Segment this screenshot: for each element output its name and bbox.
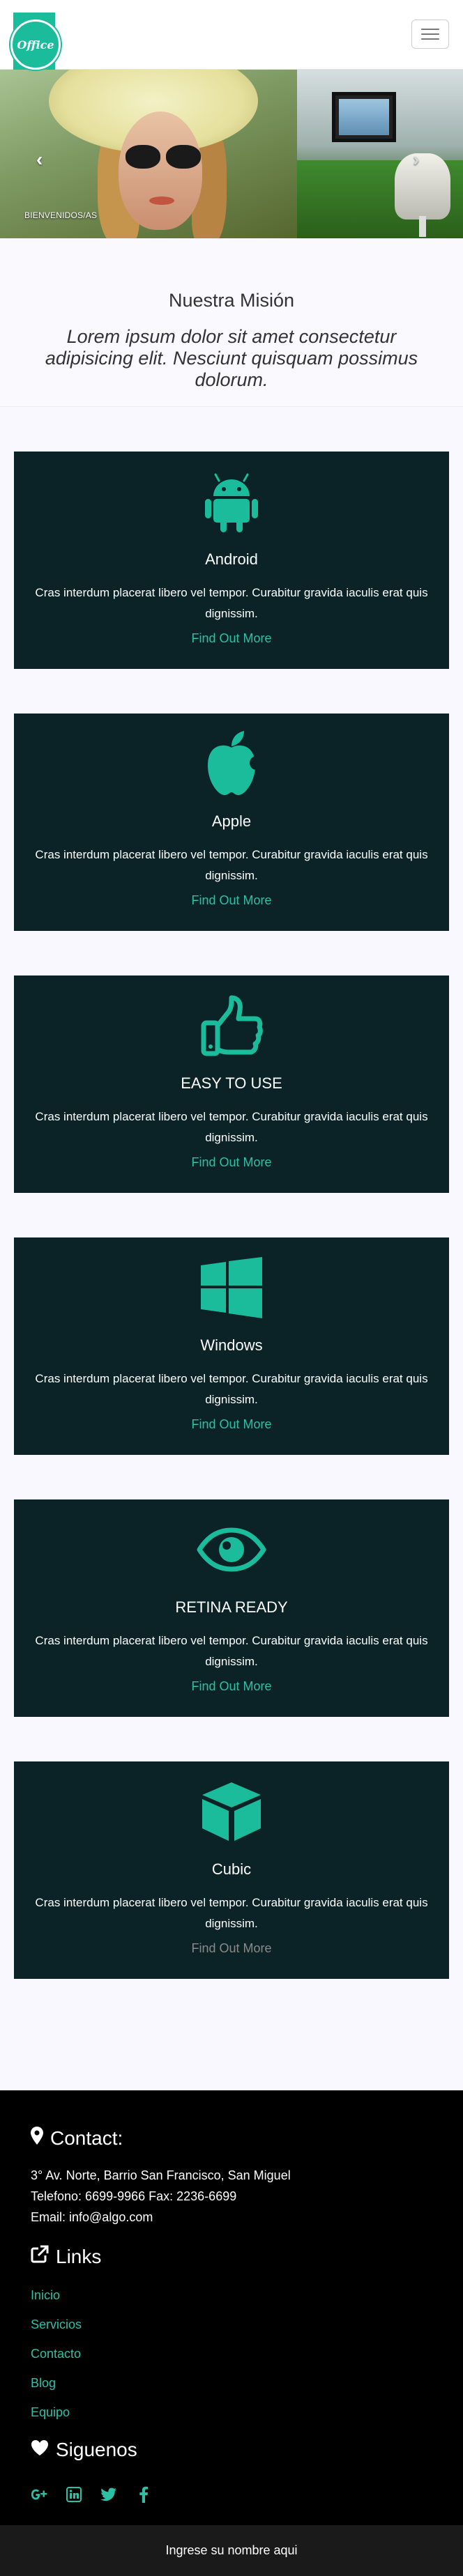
find-out-more-link[interactable]: Find Out More xyxy=(14,1417,449,1432)
thumbs-up-icon xyxy=(197,991,266,1061)
social-links xyxy=(31,2486,152,2503)
linkedin-icon[interactable] xyxy=(66,2486,82,2503)
lips-shape xyxy=(149,196,174,205)
face-shape xyxy=(119,111,202,230)
navbar: Office xyxy=(0,0,463,75)
card-title: Cubic xyxy=(211,1860,252,1878)
feature-card-cubic: Cubic Cras interdum placerat libero vel … xyxy=(14,1761,449,1979)
contact-email: Email: info@algo.com xyxy=(31,2210,153,2224)
feature-card-retina-ready: RETINA READY Cras interdum placerat libe… xyxy=(14,1499,449,1717)
chair-base xyxy=(419,216,426,237)
brand-logo[interactable]: Office xyxy=(10,20,61,70)
card-title: Windows xyxy=(200,1336,263,1354)
footer-link-inicio[interactable]: Inicio xyxy=(31,2288,60,2303)
name-input[interactable] xyxy=(0,2525,463,2576)
carousel-next-icon[interactable]: › xyxy=(413,150,419,169)
apple-icon xyxy=(197,729,266,799)
contact-phone: Telefono: 6699-9966 Fax: 2236-6699 xyxy=(31,2189,237,2203)
google-plus-icon[interactable] xyxy=(31,2486,47,2503)
hero-carousel: ‹ › BIENVENIDOS/AS xyxy=(0,70,463,238)
footer-link-servicios[interactable]: Servicios xyxy=(31,2317,82,2332)
links-heading: Links xyxy=(31,2245,101,2268)
monitor-shape xyxy=(332,92,396,142)
carousel-caption: BIENVENIDOS/AS xyxy=(24,210,98,220)
facebook-icon[interactable] xyxy=(135,2486,152,2503)
monitor-screen xyxy=(339,99,389,135)
card-title: RETINA READY xyxy=(175,1598,288,1616)
find-out-more-link[interactable]: Find Out More xyxy=(14,893,449,908)
sunglasses-shape xyxy=(166,145,201,169)
carousel-prev-icon[interactable]: ‹ xyxy=(36,150,43,169)
card-title: Apple xyxy=(211,812,252,830)
external-link-icon xyxy=(31,2245,49,2268)
mission-title: Nuestra Misión xyxy=(168,290,295,311)
hamburger-icon-bar xyxy=(421,33,439,35)
follow-heading-label: Siguenos xyxy=(56,2439,137,2460)
card-title: EASY TO USE xyxy=(181,1074,282,1092)
chair-shape xyxy=(395,153,450,219)
footer-link-contacto[interactable]: Contacto xyxy=(31,2347,81,2361)
menu-toggle-button[interactable] xyxy=(411,20,449,49)
name-input-bar xyxy=(0,2525,463,2576)
map-marker-icon xyxy=(31,2127,43,2150)
footer-link-blog[interactable]: Blog xyxy=(31,2376,56,2391)
card-text: Cras interdum placerat libero vel tempor… xyxy=(35,1372,428,1406)
card-text: Cras interdum placerat libero vel tempor… xyxy=(35,1896,428,1930)
android-icon xyxy=(197,467,266,537)
twitter-icon[interactable] xyxy=(100,2486,117,2503)
card-title: Android xyxy=(205,550,258,568)
contact-heading-label: Contact: xyxy=(50,2127,123,2149)
find-out-more-link[interactable]: Find Out More xyxy=(14,631,449,646)
mission-text: Lorem ipsum dolor sit amet consectetur a… xyxy=(45,326,418,390)
sunglasses-shape xyxy=(126,145,160,169)
find-out-more-link[interactable]: Find Out More xyxy=(14,1155,449,1170)
eye-icon xyxy=(197,1515,266,1584)
feature-card-windows: Windows Cras interdum placerat libero ve… xyxy=(14,1237,449,1455)
find-out-more-link[interactable]: Find Out More xyxy=(14,1679,449,1694)
find-out-more-link[interactable]: Find Out More xyxy=(14,1941,449,1956)
feature-card-android: Android Cras interdum placerat libero ve… xyxy=(14,452,449,669)
feature-card-easy-to-use: EASY TO USE Cras interdum placerat liber… xyxy=(14,975,449,1193)
card-text: Cras interdum placerat libero vel tempor… xyxy=(35,1110,428,1144)
footer: Contact: 3° Av. Norte, Barrio San Franci… xyxy=(0,2090,463,2525)
windows-icon xyxy=(197,1253,266,1322)
feature-card-apple: Apple Cras interdum placerat libero vel … xyxy=(14,714,449,931)
hamburger-icon-bar xyxy=(421,29,439,30)
hamburger-icon-bar xyxy=(421,38,439,40)
contact-address: 3° Av. Norte, Barrio San Francisco, San … xyxy=(31,2168,291,2182)
carousel-slide-office xyxy=(297,70,463,238)
footer-link-equipo[interactable]: Equipo xyxy=(31,2405,70,2420)
heart-icon xyxy=(31,2439,49,2461)
follow-heading: Siguenos xyxy=(31,2439,137,2461)
card-text: Cras interdum placerat libero vel tempor… xyxy=(35,586,428,620)
links-heading-label: Links xyxy=(56,2245,102,2267)
card-text: Cras interdum placerat libero vel tempor… xyxy=(35,1634,428,1668)
cube-icon xyxy=(197,1777,266,1846)
contact-heading: Contact: xyxy=(31,2127,123,2150)
card-text: Cras interdum placerat libero vel tempor… xyxy=(35,848,428,882)
mission-section: Nuestra Misión Lorem ipsum dolor sit ame… xyxy=(0,238,463,407)
